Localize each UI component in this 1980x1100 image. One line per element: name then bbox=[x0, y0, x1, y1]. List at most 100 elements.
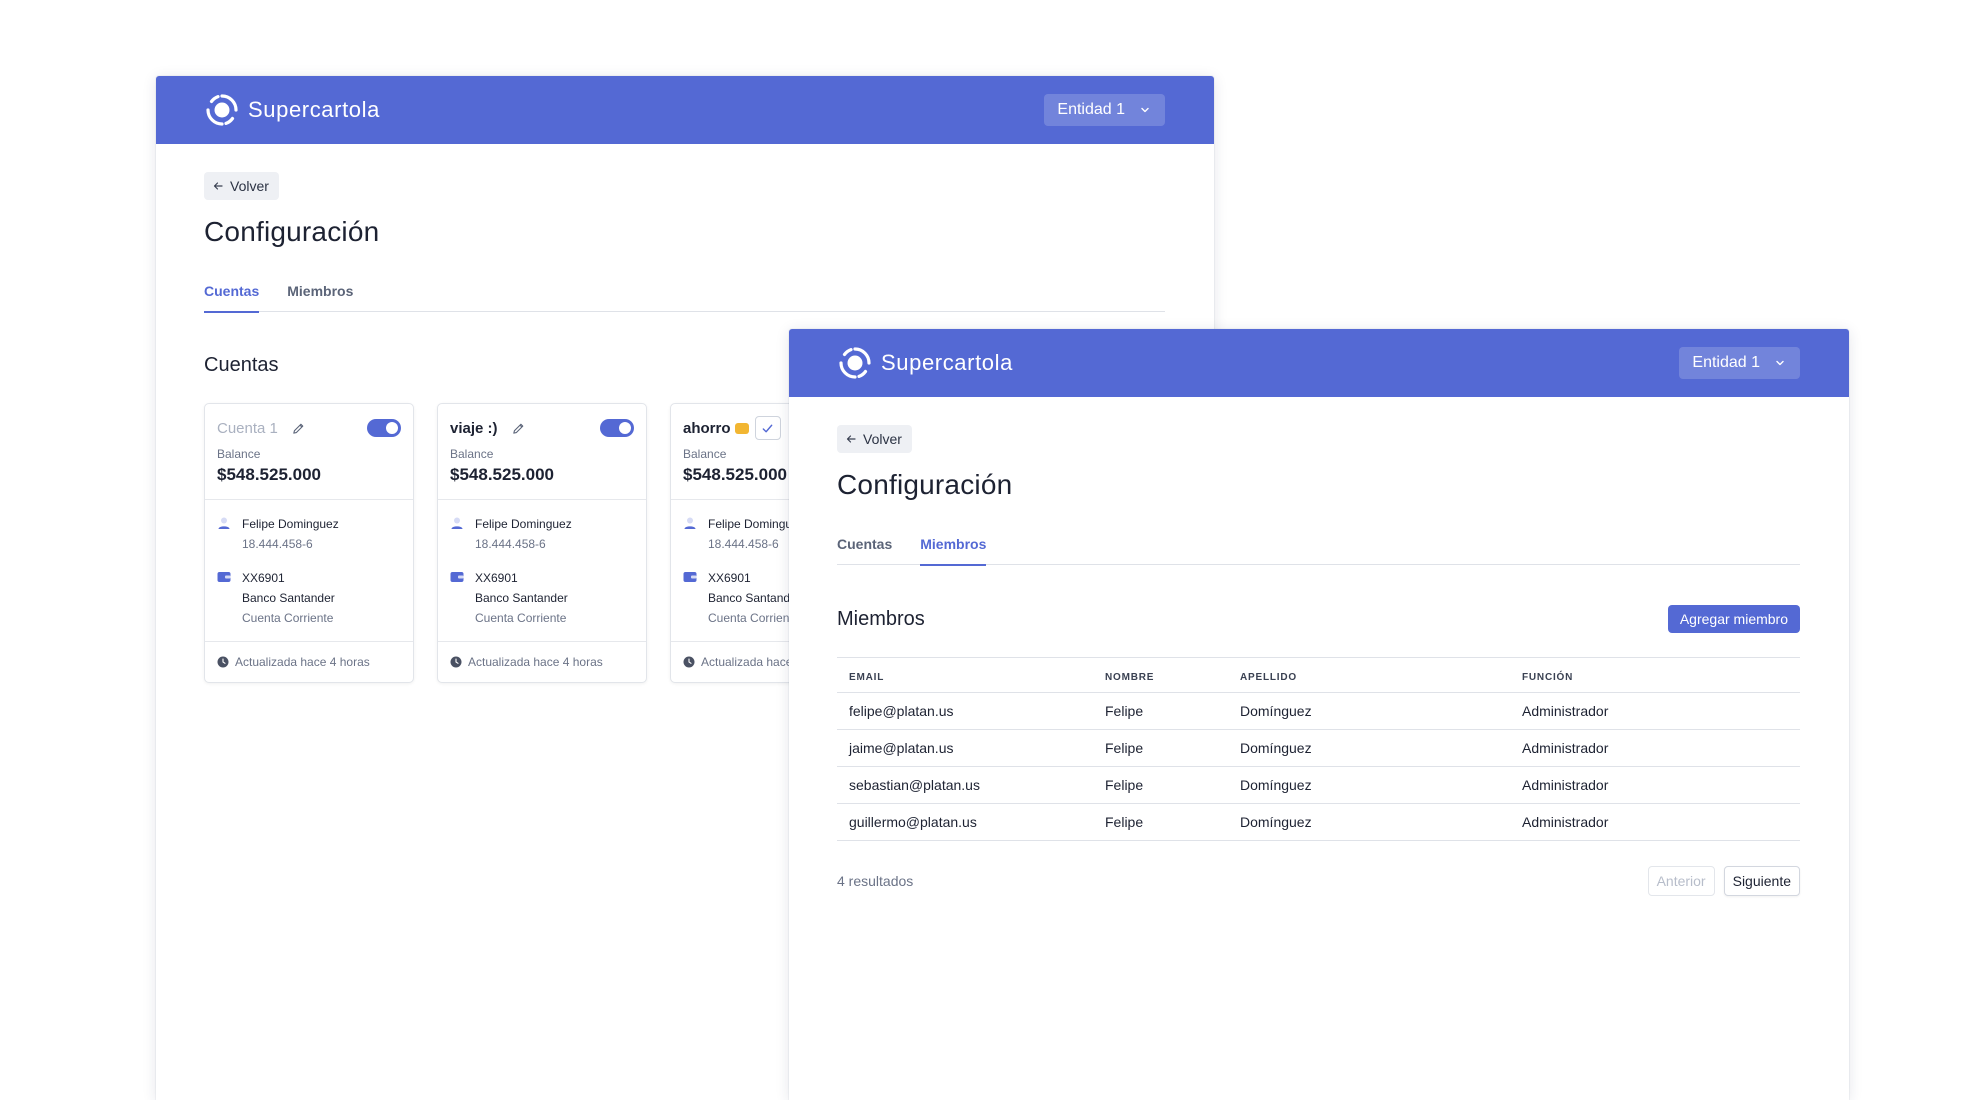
table-row[interactable]: jaime@platan.us Felipe Domínguez Adminis… bbox=[837, 729, 1800, 767]
supercartola-logo-icon bbox=[839, 347, 871, 379]
cell-nombre: Felipe bbox=[1093, 692, 1228, 730]
cell-apellido: Domínguez bbox=[1228, 803, 1510, 841]
bank-name: Banco Santander bbox=[475, 591, 568, 605]
bank-name: Banco Santander bbox=[708, 591, 801, 605]
account-name-input[interactable]: ahorro bbox=[683, 420, 731, 437]
cell-funcion: Administrador bbox=[1510, 766, 1800, 804]
user-icon bbox=[218, 517, 230, 529]
table-row[interactable]: felipe@platan.us Felipe Domínguez Admini… bbox=[837, 692, 1800, 730]
entity-select-label: Entidad 1 bbox=[1692, 354, 1760, 371]
chevron-down-icon bbox=[1776, 360, 1784, 366]
clock-icon bbox=[450, 656, 462, 668]
confirm-name-button[interactable] bbox=[754, 416, 781, 440]
user-icon bbox=[451, 517, 463, 529]
account-card: Cuenta 1 Balance $548.525.000 Felipe Dom… bbox=[204, 403, 414, 683]
balance-value: $548.525.000 bbox=[217, 465, 321, 484]
cell-apellido: Domínguez bbox=[1228, 692, 1510, 730]
column-header-email: EMAIL bbox=[837, 657, 1093, 693]
account-type: Cuenta Corriente bbox=[475, 611, 567, 625]
entity-select[interactable]: Entidad 1 bbox=[1044, 94, 1165, 126]
pagination: 4 resultados Anterior Siguiente bbox=[837, 866, 1800, 896]
account-number: XX6901 bbox=[708, 571, 751, 585]
members-table: EMAIL NOMBRE APELLIDO FUNCIÓN felipe@pla… bbox=[837, 657, 1800, 841]
account-name-input[interactable]: Cuenta 1 bbox=[217, 420, 278, 437]
pencil-icon[interactable] bbox=[292, 422, 305, 435]
tab-cuentas[interactable]: Cuentas bbox=[204, 282, 260, 313]
updated-label: Actualizada hace 4 horas bbox=[468, 655, 603, 669]
cell-email: felipe@platan.us bbox=[837, 692, 1093, 730]
back-button[interactable]: Volver bbox=[204, 172, 279, 200]
account-type: Cuenta Corriente bbox=[708, 611, 800, 625]
balance-label: Balance bbox=[217, 447, 261, 461]
members-section-title: Miembros bbox=[837, 607, 925, 630]
cell-funcion: Administrador bbox=[1510, 729, 1800, 767]
column-header-apellido: APELLIDO bbox=[1228, 657, 1510, 693]
tab-miembros[interactable]: Miembros bbox=[920, 535, 987, 566]
brand[interactable]: Supercartola bbox=[204, 92, 380, 128]
cell-funcion: Administrador bbox=[1510, 692, 1800, 730]
owner-rut: 18.444.458-6 bbox=[475, 537, 546, 551]
top-bar: Supercartola Entidad 1 bbox=[156, 76, 1214, 144]
members-window: Supercartola Entidad 1 Volver Configurac… bbox=[789, 329, 1849, 1100]
cell-email: jaime@platan.us bbox=[837, 729, 1093, 767]
updated-label: Actualizada hace 4 horas bbox=[235, 655, 370, 669]
account-toggle[interactable] bbox=[600, 419, 634, 437]
main-content: Volver Configuración Cuentas Miembros Mi… bbox=[789, 397, 1849, 896]
add-member-button[interactable]: Agregar miembro bbox=[1667, 605, 1800, 633]
brand-name: Supercartola bbox=[248, 97, 380, 122]
supercartola-logo-icon bbox=[206, 94, 238, 126]
members-header: Miembros Agregar miembro bbox=[837, 605, 1800, 633]
brand[interactable]: Supercartola bbox=[837, 345, 1013, 381]
cell-funcion: Administrador bbox=[1510, 803, 1800, 841]
account-number: XX6901 bbox=[475, 571, 518, 585]
table-row[interactable]: sebastian@platan.us Felipe Domínguez Adm… bbox=[837, 766, 1800, 804]
pencil-icon[interactable] bbox=[512, 422, 525, 435]
account-name: viaje :) bbox=[450, 419, 498, 437]
table-header-row: EMAIL NOMBRE APELLIDO FUNCIÓN bbox=[837, 657, 1800, 693]
balance-label: Balance bbox=[450, 447, 494, 461]
page-title: Configuración bbox=[837, 469, 1013, 500]
cell-nombre: Felipe bbox=[1093, 766, 1228, 804]
account-toggle[interactable] bbox=[367, 419, 401, 437]
account-number: XX6901 bbox=[242, 571, 285, 585]
clock-icon bbox=[683, 656, 695, 668]
cell-apellido: Domínguez bbox=[1228, 729, 1510, 767]
arrow-left-icon bbox=[213, 182, 223, 190]
account-type: Cuenta Corriente bbox=[242, 611, 334, 625]
cell-nombre: Felipe bbox=[1093, 803, 1228, 841]
cell-email: sebastian@platan.us bbox=[837, 766, 1093, 804]
balance-value: $548.525.000 bbox=[450, 465, 554, 484]
tab-miembros[interactable]: Miembros bbox=[287, 282, 353, 312]
owner-name: Felipe Dominguez bbox=[475, 517, 572, 531]
next-page-button[interactable]: Siguiente bbox=[1723, 866, 1800, 896]
wallet-icon bbox=[683, 572, 697, 582]
back-button-label: Volver bbox=[230, 178, 269, 194]
check-icon bbox=[762, 424, 773, 432]
wallet-icon bbox=[450, 572, 464, 582]
bank-name: Banco Santander bbox=[242, 591, 335, 605]
arrow-left-icon bbox=[846, 435, 856, 443]
cell-apellido: Domínguez bbox=[1228, 766, 1510, 804]
owner-name: Felipe Dominguez bbox=[242, 517, 339, 531]
cell-email: guillermo@platan.us bbox=[837, 803, 1093, 841]
brand-name: Supercartola bbox=[881, 350, 1013, 375]
tab-cuentas[interactable]: Cuentas bbox=[837, 535, 892, 565]
entity-select[interactable]: Entidad 1 bbox=[1679, 347, 1800, 379]
previous-page-button[interactable]: Anterior bbox=[1647, 866, 1715, 896]
account-card: viaje :) Balance $548.525.000 Felipe Dom… bbox=[437, 403, 647, 683]
cell-nombre: Felipe bbox=[1093, 729, 1228, 767]
money-bag-icon bbox=[734, 422, 749, 434]
results-count: 4 resultados bbox=[837, 873, 914, 889]
page-title: Configuración bbox=[204, 216, 380, 247]
entity-select-label: Entidad 1 bbox=[1057, 101, 1125, 118]
user-icon bbox=[684, 517, 696, 529]
back-button[interactable]: Volver bbox=[837, 425, 912, 453]
settings-tabs: Cuentas Miembros bbox=[204, 282, 1165, 313]
settings-tabs: Cuentas Miembros bbox=[837, 535, 1800, 566]
owner-rut: 18.444.458-6 bbox=[242, 537, 313, 551]
wallet-icon bbox=[217, 572, 231, 582]
clock-icon bbox=[217, 656, 229, 668]
column-header-funcion: FUNCIÓN bbox=[1510, 657, 1800, 693]
top-bar: Supercartola Entidad 1 bbox=[789, 329, 1849, 397]
table-row[interactable]: guillermo@platan.us Felipe Domínguez Adm… bbox=[837, 803, 1800, 841]
